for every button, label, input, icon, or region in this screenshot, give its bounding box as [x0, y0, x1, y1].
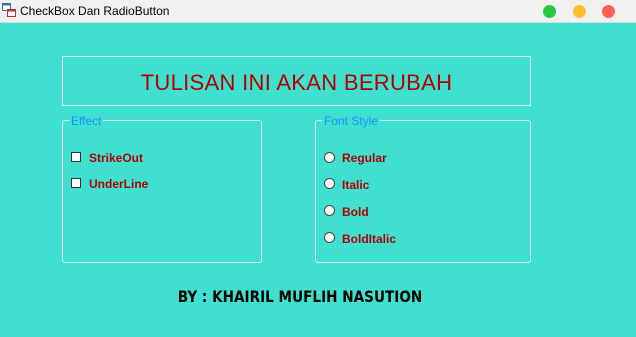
regular-label[interactable]: Regular	[342, 151, 387, 165]
window-title: CheckBox Dan RadioButton	[20, 4, 170, 18]
effect-groupbox: Effect	[62, 114, 262, 263]
italic-radio[interactable]	[324, 178, 335, 189]
headline-panel: TULISAN INI AKAN BERUBAH	[62, 56, 531, 106]
bold-radio[interactable]	[324, 205, 335, 216]
underline-label[interactable]: UnderLine	[89, 177, 148, 191]
bolditalic-radio[interactable]	[324, 232, 335, 243]
minimize-button[interactable]	[573, 5, 586, 18]
strikeout-label[interactable]: StrikeOut	[89, 151, 143, 165]
regular-radio[interactable]	[324, 152, 335, 163]
close-button[interactable]	[602, 5, 615, 18]
effect-group-legend: Effect	[69, 114, 104, 128]
underline-checkbox[interactable]	[71, 178, 81, 188]
author-credit: BY : KHAIRIL MUFLIH NASUTION	[177, 287, 423, 306]
bolditalic-label[interactable]: BoldItalic	[342, 232, 396, 246]
font-style-group-legend: Font Style	[322, 114, 381, 128]
italic-label[interactable]: Italic	[342, 178, 369, 192]
form-window-icon	[2, 3, 16, 17]
headline-label: TULISAN INI AKAN BERUBAH	[140, 70, 453, 95]
strikeout-checkbox[interactable]	[71, 152, 81, 162]
maximize-button[interactable]	[543, 5, 556, 18]
bold-label[interactable]: Bold	[342, 205, 369, 219]
title-bar: CheckBox Dan RadioButton	[0, 0, 636, 23]
